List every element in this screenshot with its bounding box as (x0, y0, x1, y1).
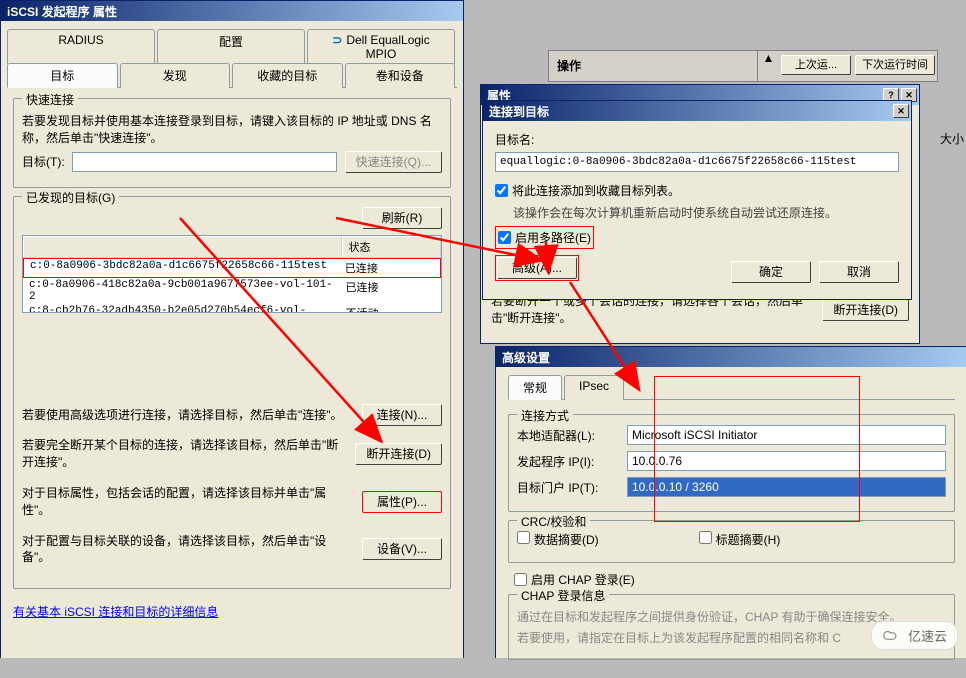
tab-targets[interactable]: 目标 (7, 63, 118, 88)
table-row[interactable]: c:0-8a0906-418c82a0a-9cb001a9677573ee-vo… (23, 278, 441, 304)
refresh-button[interactable]: 刷新(R) (362, 207, 442, 229)
iscsi-titlebar: iSCSI 发起程序 属性 (1, 1, 463, 21)
connect-help: 若要使用高级选项进行连接，请选择目标，然后单击"连接"。 (22, 407, 350, 424)
local-adapter-label: 本地适配器(L): (517, 427, 627, 444)
ok-button[interactable]: 确定 (731, 261, 811, 283)
properties-button[interactable]: 属性(P)... (362, 491, 442, 513)
crc-legend: CRC/校验和 (517, 513, 590, 530)
target-name-field[interactable] (495, 152, 899, 172)
data-digest-checkbox[interactable] (517, 531, 530, 544)
connect-titlebar: 连接到目标 ✕ (483, 101, 911, 121)
local-adapter-select[interactable] (627, 425, 946, 445)
initiator-ip-label: 发起程序 IP(I): (517, 453, 627, 470)
connect-button[interactable]: 连接(N)... (362, 404, 442, 426)
enable-multipath-checkbox[interactable] (498, 231, 511, 244)
add-to-favorites-label: 将此连接添加到收藏目标列表。 (512, 182, 680, 199)
favorites-note: 该操作会在每次计算机重新启动时使系统自动尝试还原连接。 (513, 205, 899, 222)
watermark: 亿速云 (871, 621, 958, 650)
table-row[interactable]: c:0-8a0906-3bdc82a0a-d1c6675f22658c66-11… (23, 258, 441, 278)
devices-button[interactable]: 设备(V)... (362, 538, 442, 560)
size-label: 大小 (940, 130, 964, 147)
devices-help: 对于配置与目标关联的设备，请选择该目标，然后单击"设备"。 (22, 533, 350, 567)
disconnect-button[interactable]: 断开连接(D) (355, 443, 442, 465)
close-icon[interactable]: ✕ (893, 104, 909, 118)
quick-connect-legend: 快速连接 (22, 91, 78, 108)
tab-general[interactable]: 常规 (508, 375, 562, 400)
cancel-button[interactable]: 取消 (819, 261, 899, 283)
more-info-link[interactable]: 有关基本 iSCSI 连接和目标的详细信息 (13, 605, 218, 619)
props-help: 对于目标属性，包括会话的配置，请选择该目标并单击"属性"。 (22, 485, 350, 519)
table-row[interactable]: c:8-cb2b76-32adb4350-b2e05d270b54ecf6-vo… (23, 304, 441, 313)
target-portal-select[interactable]: 10.0.0.10 / 3260 (627, 477, 946, 497)
enable-chap-checkbox[interactable] (514, 573, 527, 586)
conn-method-legend: 连接方式 (517, 407, 573, 424)
tab-config[interactable]: 配置 (157, 29, 305, 64)
enable-multipath-label: 启用多路径(E) (515, 229, 591, 246)
enable-chap-label: 启用 CHAP 登录(E) (531, 571, 635, 588)
prop-disconnect-button[interactable]: 断开连接(D) (822, 299, 909, 321)
disconnect-help: 若要完全断开某个目标的连接，请选择该目标，然后单击"断开连接"。 (22, 437, 343, 471)
advanced-button[interactable]: 高级(A)... (497, 257, 577, 279)
target-label: 目标(T): (22, 153, 72, 170)
quick-connect-target-input[interactable] (72, 152, 337, 172)
adv-titlebar: 高级设置 (496, 347, 966, 367)
operations-header: 操作 (549, 51, 757, 81)
list-hdr-name[interactable] (23, 236, 342, 257)
header-digest-checkbox[interactable] (699, 531, 712, 544)
list-hdr-status[interactable]: 状态 (342, 236, 441, 257)
quick-connect-desc: 若要发现目标并使用基本连接登录到目标，请键入该目标的 IP 地址或 DNS 名称… (22, 113, 442, 147)
tab-volumes[interactable]: 卷和设备 (345, 63, 456, 88)
target-portal-label: 目标门户 IP(T): (517, 479, 627, 496)
discovered-legend: 已发现的目标(G) (22, 189, 119, 206)
tab-dell-mpio[interactable]: ⊃Dell EqualLogic MPIO (307, 29, 455, 64)
tab-discovery[interactable]: 发现 (120, 63, 231, 88)
last-run-col[interactable]: 上次运... (781, 55, 851, 75)
header-digest-label: 标题摘要(H) (716, 533, 781, 547)
chap-legend: CHAP 登录信息 (517, 587, 609, 604)
tab-radius[interactable]: RADIUS (7, 29, 155, 64)
add-to-favorites-checkbox[interactable] (495, 184, 508, 197)
initiator-ip-select[interactable] (627, 451, 946, 471)
data-digest-label: 数据摘要(D) (534, 533, 599, 547)
tab-favorites[interactable]: 收藏的目标 (232, 63, 343, 88)
quick-connect-button[interactable]: 快速连接(Q)... (345, 151, 442, 173)
discovered-targets-list[interactable]: 状态 c:0-8a0906-3bdc82a0a-d1c6675f22658c66… (22, 235, 442, 313)
tab-ipsec[interactable]: IPsec (564, 375, 624, 400)
target-name-label: 目标名: (495, 131, 899, 148)
next-run-col[interactable]: 下次运行时间 (855, 55, 935, 75)
